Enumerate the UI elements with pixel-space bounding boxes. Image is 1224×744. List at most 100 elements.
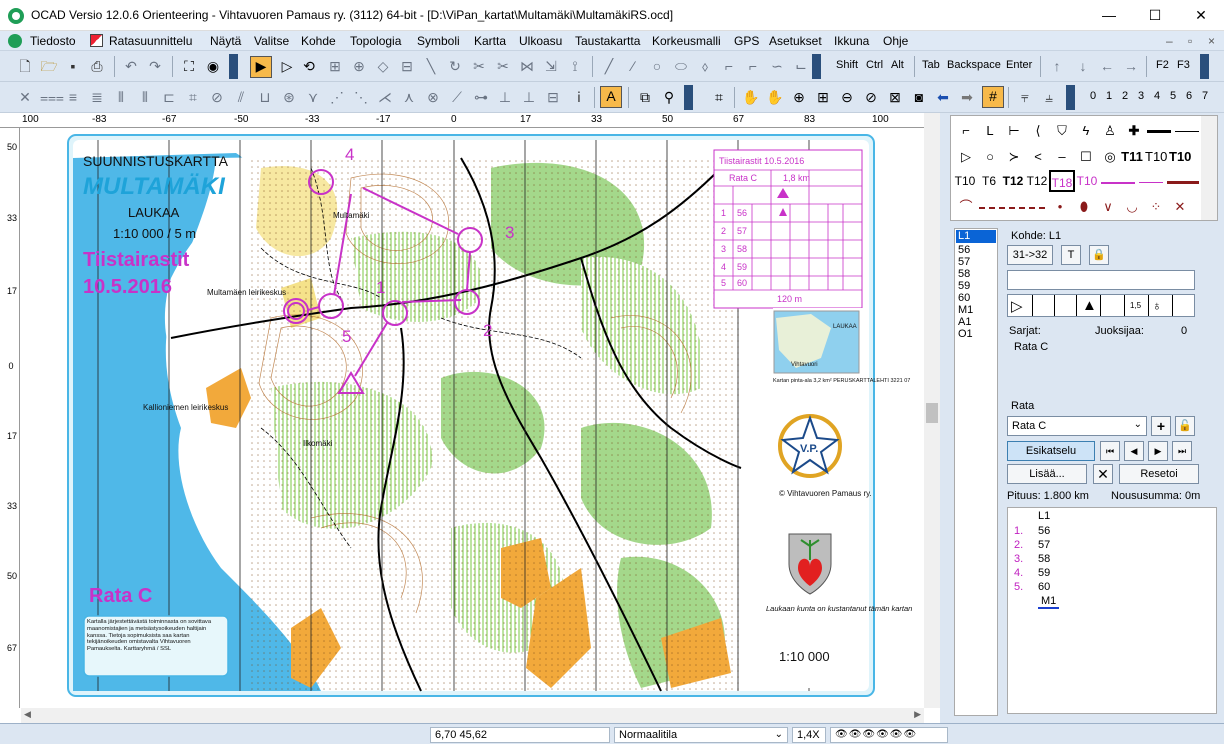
zoom-in-icon[interactable]: ⊕	[790, 88, 808, 106]
draw-straight-icon[interactable]: ╱	[600, 57, 618, 75]
key-ctrl[interactable]: Ctrl	[866, 59, 883, 71]
arrow-left-icon[interactable]: ←	[1098, 57, 1116, 75]
layer-1[interactable]: 1	[1106, 90, 1112, 102]
symbol-plus-icon[interactable]: ✚	[1123, 120, 1145, 142]
key-alt[interactable]: Alt	[891, 59, 904, 71]
nav-back-icon[interactable]: ⬅	[934, 88, 952, 106]
arrow-up-icon[interactable]: ↑	[1048, 57, 1066, 75]
view-mode-icons[interactable]: 👁👁👁👁👁👁	[830, 727, 948, 743]
cut-object-icon[interactable]: ⟲	[300, 57, 318, 75]
menu-asetukset[interactable]: Asetukset	[769, 34, 822, 48]
zoom-page-icon[interactable]: ◙	[910, 88, 928, 106]
toolbar-grip-2[interactable]	[812, 54, 821, 79]
code-item[interactable]: O1	[958, 328, 973, 340]
symbol-gt-icon[interactable]: ≻	[1003, 146, 1025, 168]
mdi-restore-icon[interactable]: ▫	[1188, 34, 1192, 48]
code-item[interactable]: A1	[958, 316, 971, 328]
open-folder-icon[interactable]: 🗁	[40, 57, 58, 75]
reset-button[interactable]: Resetoi	[1119, 464, 1199, 484]
draw-ellipse-icon[interactable]: ⬭	[672, 57, 690, 75]
text-toggle-button[interactable]: T	[1061, 245, 1081, 265]
mdi-close-icon[interactable]: ×	[1208, 34, 1215, 48]
map-canvas[interactable]: 4 3 2 1 5 SUUNNISTUSKARTTA MULTAMÄKI LAU…	[21, 128, 924, 708]
symbol-u-icon[interactable]: ◡	[1121, 196, 1143, 218]
ocad-app-icon[interactable]	[8, 8, 24, 24]
symbol-v-icon[interactable]: ∨	[1097, 196, 1119, 218]
symbol-dashed-red-icon[interactable]	[979, 207, 1045, 209]
last-icon[interactable]: ⏭	[1172, 441, 1192, 461]
toolbar-grip-3[interactable]	[1200, 54, 1209, 79]
tool-c-icon[interactable]: ≣	[88, 88, 106, 106]
preview-eye-icon[interactable]: ◉	[204, 57, 222, 75]
key-backspace[interactable]: Backspace	[947, 59, 1001, 71]
symbol-circle-icon[interactable]: ○	[979, 146, 1001, 168]
symbol-arc-icon[interactable]: ⌒	[955, 196, 977, 218]
prev-icon[interactable]: ◀	[1124, 441, 1144, 461]
code-change-button[interactable]: 31->32	[1007, 245, 1053, 265]
symbol-box-icon[interactable]: ☐	[1075, 146, 1097, 168]
layout-a-icon[interactable]: ⫧	[1016, 88, 1034, 106]
tool-v-icon[interactable]: ⊟	[544, 88, 562, 106]
symbol-dot-icon[interactable]: •	[1049, 196, 1071, 218]
new-file-icon[interactable]: 🗋	[16, 57, 34, 75]
nav-forward-icon[interactable]: ➡	[958, 88, 976, 106]
save-icon[interactable]: ▪	[64, 57, 82, 75]
corner-icon[interactable]: ◇	[374, 57, 392, 75]
symbol-purple-line-icon[interactable]	[1101, 182, 1135, 184]
layer-4[interactable]: 4	[1154, 90, 1160, 102]
symbol-text-t10c[interactable]: T10	[953, 170, 977, 192]
layer-6[interactable]: 6	[1186, 90, 1192, 102]
symbol-dots-icon[interactable]: ⁘	[1145, 196, 1167, 218]
control-description-row[interactable]: ▷ ▲ 1,5 ♁	[1007, 294, 1195, 317]
symbol-thin-line-icon[interactable]	[1175, 131, 1199, 132]
delete-vertex-icon[interactable]: ⊟	[398, 57, 416, 75]
layer-5[interactable]: 5	[1170, 90, 1176, 102]
tool-j-icon[interactable]: ⊔	[256, 88, 274, 106]
menu-taustakartta[interactable]: Taustakartta	[575, 34, 640, 48]
toolbar-grip[interactable]	[229, 54, 238, 79]
symbol-cup-icon[interactable]: ⛉	[1051, 120, 1073, 142]
draw-ortho-icon[interactable]: ⌙	[792, 57, 810, 75]
symbol-panel-scrollbar[interactable]	[1201, 116, 1217, 220]
course-row-code[interactable]: 56	[1038, 525, 1050, 537]
vertical-scrollbar-thumb[interactable]	[926, 403, 938, 423]
move-icon[interactable]: ⊞	[326, 57, 344, 75]
scissors-icon[interactable]: ✂	[494, 57, 512, 75]
tool-n-icon[interactable]: ⋱	[352, 88, 370, 106]
symbol-red-line-icon[interactable]	[1167, 181, 1199, 184]
close-button[interactable]: ✕	[1178, 0, 1224, 31]
minimize-button[interactable]: —	[1086, 0, 1132, 31]
code-input[interactable]	[1007, 270, 1195, 290]
join-icon[interactable]: ⋈	[518, 57, 536, 75]
tool-s-icon[interactable]: ⊶	[472, 88, 490, 106]
course-lock-icon[interactable]: 🔓	[1175, 416, 1195, 436]
menu-symboli[interactable]: Symboli	[417, 34, 460, 48]
tool-q-icon[interactable]: ⊗	[424, 88, 442, 106]
menu-ikkuna[interactable]: Ikkuna	[834, 34, 869, 48]
menu-korkeusmalli[interactable]: Korkeusmalli	[652, 34, 721, 48]
orienteering-map[interactable]: 4 3 2 1 5 SUUNNISTUSKARTTA MULTAMÄKI LAU…	[21, 128, 924, 708]
menu-ratasuunnittelu[interactable]: Ratasuunnittelu	[109, 34, 192, 48]
pan-hand-icon[interactable]: ✋	[742, 88, 760, 106]
menu-tiedosto[interactable]: Tiedosto	[30, 34, 76, 48]
delete-x-icon[interactable]: ✕	[1093, 464, 1113, 484]
code-item[interactable]: 60	[958, 292, 970, 304]
course-row-code[interactable]: M1	[1038, 595, 1060, 609]
doc-icon[interactable]	[8, 34, 22, 48]
draw-numeric-icon[interactable]: ⌐	[744, 57, 762, 75]
symbol-thick-line-icon[interactable]	[1147, 130, 1171, 133]
tool-a-icon[interactable]: ⩶	[40, 88, 64, 106]
cross-icon[interactable]: ✕	[16, 88, 34, 106]
tool-r-icon[interactable]: ⟋	[448, 88, 466, 106]
course-row-code[interactable]: 60	[1038, 581, 1050, 593]
add-course-icon[interactable]: +	[1151, 416, 1171, 436]
toolbar-grip-5[interactable]	[1066, 85, 1075, 110]
course-row-code[interactable]: 57	[1038, 539, 1050, 551]
rotate-icon[interactable]: ↻	[446, 57, 464, 75]
code-item[interactable]: L1	[958, 230, 970, 242]
symbol-text-t10-purple[interactable]: T10	[1075, 170, 1099, 192]
tool-t-icon[interactable]: ⊥	[496, 88, 514, 106]
lock-icon[interactable]: 🔒	[1089, 245, 1109, 265]
stretch-icon[interactable]: ⇲	[542, 57, 560, 75]
tool-o-icon[interactable]: ⋌	[376, 88, 394, 106]
